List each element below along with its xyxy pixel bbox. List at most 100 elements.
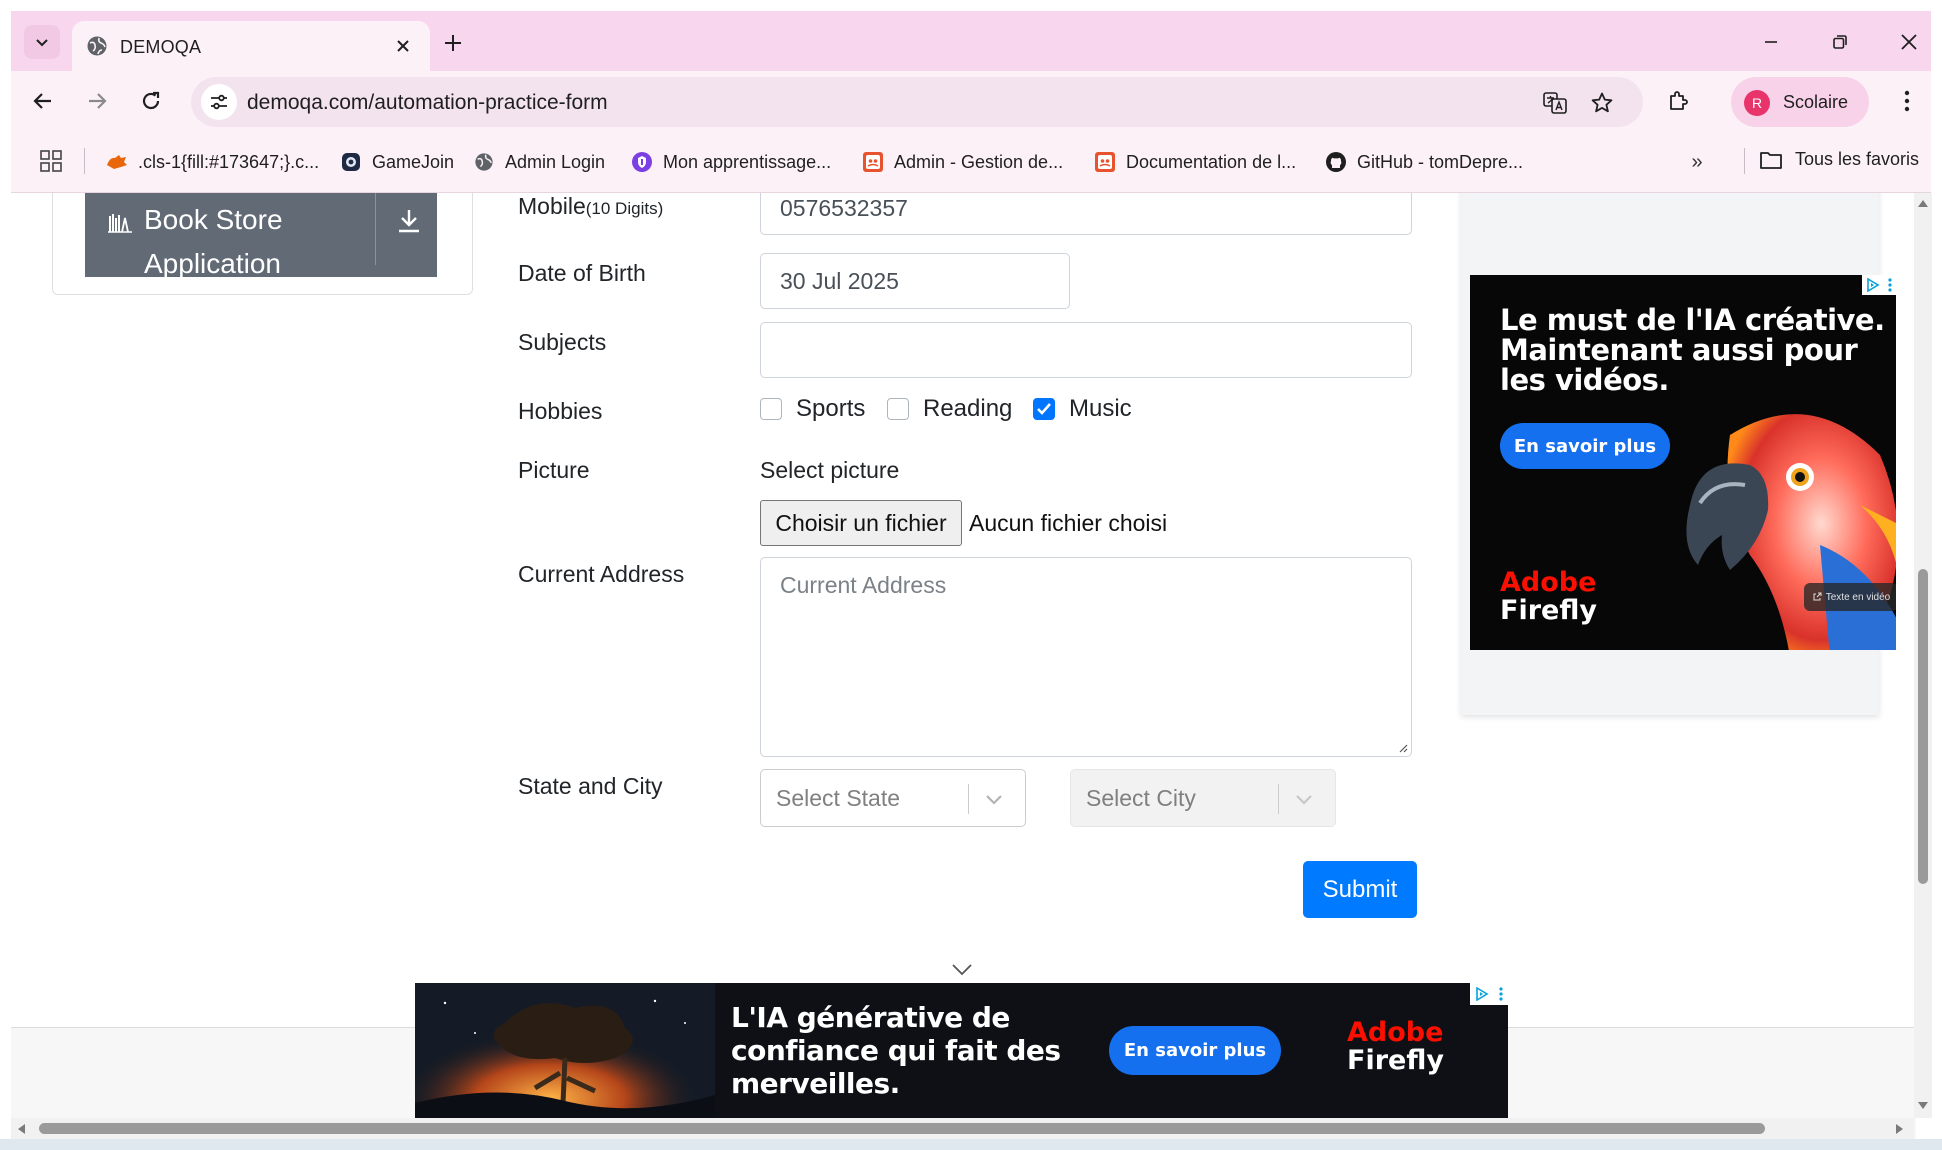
external-link-icon — [1813, 592, 1822, 601]
vertical-scrollbar[interactable] — [1914, 193, 1932, 1118]
vertical-scroll-thumb[interactable] — [1918, 569, 1928, 884]
hobby-reading-checkbox[interactable]: Reading — [887, 395, 1012, 423]
current-address-label: Current Address — [518, 561, 685, 587]
bookmark-label: .cls-1{fill:#173647;}.c... — [138, 151, 320, 172]
profile-button[interactable]: R Scolaire — [1731, 77, 1869, 127]
all-bookmarks-label: Tous les favoris — [1795, 149, 1920, 169]
site-info-button[interactable] — [201, 84, 237, 120]
brand-adobe: Adobe — [1347, 1017, 1444, 1048]
ad-cta-button[interactable]: En savoir plus — [1109, 1026, 1281, 1075]
bookmark-item[interactable]: GitHub - tomDepre... — [1325, 149, 1523, 175]
chevron-down-icon[interactable] — [1293, 788, 1315, 810]
all-bookmarks-button[interactable]: Tous les favoris — [1759, 149, 1919, 170]
more-bookmarks-button[interactable]: » — [1683, 148, 1711, 176]
checkbox[interactable] — [887, 398, 909, 420]
subjects-input[interactable] — [760, 322, 1412, 378]
ad-headline-line: merveilles. — [731, 1067, 900, 1100]
bookmark-star-button[interactable] — [1588, 89, 1616, 117]
browser-menu-button[interactable] — [1889, 83, 1925, 119]
plus-icon — [445, 35, 461, 51]
back-button[interactable] — [25, 83, 61, 119]
reload-button[interactable] — [133, 83, 169, 119]
translate-button[interactable] — [1541, 89, 1569, 117]
kebab-menu-icon — [1888, 278, 1892, 292]
checkbox[interactable] — [760, 398, 782, 420]
sidebar-item-book-store[interactable]: Book Store Application — [85, 193, 437, 279]
hobby-sports-checkbox[interactable]: Sports — [760, 395, 865, 423]
horizontal-scrollbar[interactable] — [11, 1118, 1914, 1139]
submit-button[interactable]: Submit — [1303, 861, 1417, 918]
state-placeholder: Select State — [776, 785, 901, 811]
taskbar-strip — [0, 1139, 1942, 1150]
tab-search-button[interactable] — [24, 25, 60, 59]
current-address-textarea[interactable]: Current Address — [760, 557, 1412, 757]
ad-headline-line: les vidéos. — [1500, 363, 1669, 397]
city-select[interactable]: Select City — [1070, 769, 1336, 827]
select-separator — [968, 784, 969, 814]
chevron-down-icon[interactable] — [951, 963, 973, 977]
restore-button[interactable] — [1820, 25, 1860, 59]
bookmark-label: GameJoin — [372, 151, 455, 172]
bookmark-item[interactable]: .cls-1{fill:#173647;}.c... — [106, 149, 319, 175]
restore-icon — [1833, 35, 1847, 49]
apps-button[interactable] — [37, 147, 65, 175]
bookmark-label: Mon apprentissage... — [663, 151, 832, 172]
dob-input[interactable]: 30 Jul 2025 — [760, 253, 1070, 309]
checkbox-checked[interactable] — [1033, 398, 1055, 420]
bottom-advertisement[interactable]: L'IA générative de confiance qui fait de… — [415, 983, 1508, 1119]
brand-firefly: Firefly — [1500, 595, 1597, 626]
tab-close-button[interactable] — [390, 33, 416, 59]
horizontal-scroll-thumb[interactable] — [39, 1123, 1765, 1134]
hobby-music-checkbox[interactable]: Music — [1033, 395, 1132, 423]
ad-choices[interactable] — [1862, 275, 1896, 295]
tune-icon — [211, 94, 227, 110]
side-advertisement[interactable]: Le must de l'IA créative. Maintenant aus… — [1470, 275, 1896, 650]
minimize-button[interactable] — [1751, 25, 1791, 59]
address-placeholder: Current Address — [780, 572, 947, 598]
ghost-icon — [1094, 151, 1116, 173]
bookmark-item[interactable]: Mon apprentissage... — [631, 149, 831, 175]
close-window-button[interactable] — [1889, 25, 1929, 59]
bookmark-item[interactable]: Admin Login — [473, 149, 605, 175]
brand-adobe: Adobe — [1500, 567, 1597, 598]
bookmark-item[interactable]: Admin - Gestion de... — [862, 149, 1063, 175]
bookmarks-bar: .cls-1{fill:#173647;}.c... GameJoin Admi… — [11, 131, 1931, 193]
kebab-menu-icon — [1499, 987, 1503, 1001]
forest-night-illustration — [415, 983, 715, 1119]
adchoices-icon — [1867, 278, 1880, 292]
scroll-left-arrow-icon[interactable] — [16, 1123, 26, 1135]
new-tab-button[interactable] — [437, 27, 469, 59]
ad-headline-line: Maintenant aussi pour — [1500, 333, 1858, 367]
city-placeholder: Select City — [1086, 785, 1196, 811]
adobe-firefly-logo: Adobe Firefly — [1500, 569, 1597, 625]
extensions-button[interactable] — [1661, 83, 1697, 119]
bookmark-item[interactable]: GameJoin — [340, 149, 454, 175]
hand-icon — [106, 151, 128, 173]
forward-button[interactable] — [79, 83, 115, 119]
bookmark-item[interactable]: Documentation de l... — [1094, 149, 1296, 175]
kebab-menu-icon — [1904, 90, 1910, 112]
scroll-down-arrow-icon[interactable] — [1917, 1101, 1929, 1111]
scroll-up-arrow-icon[interactable] — [1917, 198, 1929, 208]
ad-choices[interactable] — [1470, 983, 1508, 1005]
books-icon — [108, 214, 132, 233]
translate-icon — [1543, 92, 1567, 114]
resize-grip-icon[interactable] — [1398, 743, 1408, 753]
scroll-right-arrow-icon[interactable] — [1895, 1123, 1905, 1135]
choose-file-button[interactable]: Choisir un fichier — [760, 500, 962, 546]
ad-tag-label: Texte en vidéo — [1825, 591, 1891, 603]
globe-icon — [87, 36, 107, 56]
close-icon — [397, 40, 409, 52]
state-city-label: State and City — [518, 773, 663, 799]
tab-demoqa[interactable]: DEMOQA — [72, 21, 430, 71]
subjects-label: Subjects — [518, 329, 607, 355]
ad-cta-button[interactable]: En savoir plus — [1500, 423, 1670, 469]
url-text[interactable]: demoqa.com/automation-practice-form — [247, 91, 608, 115]
state-select[interactable]: Select State — [760, 769, 1026, 827]
chevron-down-icon[interactable] — [983, 788, 1005, 810]
address-bar[interactable]: demoqa.com/automation-practice-form — [191, 77, 1643, 127]
check-icon — [1037, 403, 1051, 415]
mobile-label: Mobile(10 Digits) — [518, 193, 664, 219]
mobile-input[interactable]: 0576532357 — [760, 193, 1412, 235]
hobbies-label: Hobbies — [518, 398, 603, 424]
